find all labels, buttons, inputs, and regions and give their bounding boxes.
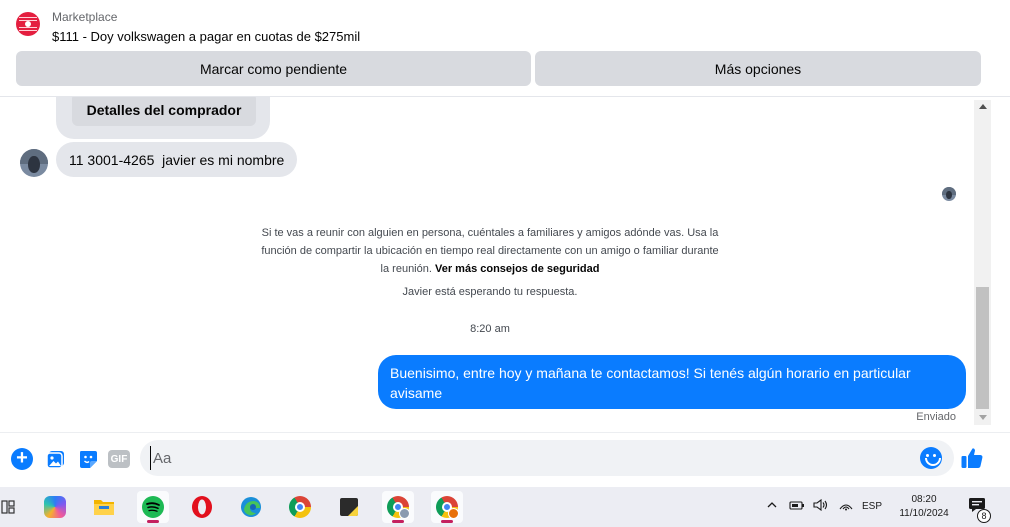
listing-thumbnail[interactable] xyxy=(16,12,40,36)
notification-count-badge: 8 xyxy=(977,509,991,523)
file-explorer-icon[interactable] xyxy=(88,491,120,523)
windows-taskbar: ESP 08:20 11/10/2024 8 xyxy=(0,487,1010,527)
listing-title[interactable]: $111 - Doy volkswagen a pagar en cuotas … xyxy=(52,29,360,44)
spotify-icon[interactable] xyxy=(137,491,169,523)
message-composer: + GIF xyxy=(0,432,1010,487)
scroll-down-arrow-icon[interactable] xyxy=(974,411,991,425)
safety-tips-link[interactable]: Ver más consejos de seguridad xyxy=(435,263,599,275)
incoming-message: 11 3001-4265 javier es mi nombre xyxy=(56,142,298,177)
plus-icon[interactable]: + xyxy=(11,448,33,470)
mark-pending-button[interactable]: Marcar como pendiente xyxy=(16,51,531,86)
seen-indicator-avatar xyxy=(942,187,956,201)
sticker-icon[interactable] xyxy=(77,448,99,470)
safety-notice: Si te vas a reunir con alguien en person… xyxy=(260,224,720,278)
chrome-icon[interactable] xyxy=(284,491,316,523)
emoji-icon[interactable] xyxy=(920,447,942,469)
listing-kind-label: Marketplace xyxy=(52,10,118,24)
volume-icon[interactable] xyxy=(813,498,829,514)
message-input[interactable] xyxy=(150,446,910,470)
copilot-icon[interactable] xyxy=(39,491,71,523)
widgets-icon[interactable] xyxy=(0,491,24,523)
clock[interactable]: 08:20 11/10/2024 xyxy=(893,493,955,521)
delivery-status: Enviado xyxy=(916,411,956,423)
gif-button[interactable]: GIF xyxy=(108,450,130,468)
waiting-notice: Javier está esperando tu respuesta. xyxy=(402,286,578,298)
buyer-details-button[interactable]: Detalles del comprador xyxy=(72,97,256,126)
opera-icon[interactable] xyxy=(186,491,218,523)
photo-icon[interactable] xyxy=(45,448,67,470)
wifi-icon[interactable] xyxy=(838,499,854,514)
more-options-button[interactable]: Más opciones xyxy=(535,51,981,86)
chrome-messenger-icon[interactable] xyxy=(382,491,414,523)
buyer-avatar[interactable] xyxy=(20,149,48,177)
listing-header: Marketplace $111 - Doy volkswagen a paga… xyxy=(0,0,1010,97)
scroll-up-arrow-icon[interactable] xyxy=(974,100,991,114)
thumbs-up-icon[interactable] xyxy=(960,446,984,470)
messenger-window: Marketplace $111 - Doy volkswagen a paga… xyxy=(0,0,1010,487)
chrome-profile-icon[interactable] xyxy=(431,491,463,523)
conversation-area: Detalles del comprador 11 3001-4265 javi… xyxy=(0,97,1010,430)
message-timestamp: 8:20 am xyxy=(470,323,510,335)
scrollbar-thumb[interactable] xyxy=(976,287,989,409)
battery-icon[interactable] xyxy=(789,499,805,514)
edge-icon[interactable] xyxy=(235,491,267,523)
message-input-wrapper xyxy=(140,440,954,476)
chevron-up-icon[interactable] xyxy=(766,499,778,514)
input-language-indicator[interactable]: ESP xyxy=(862,501,882,512)
sticky-notes-icon[interactable] xyxy=(333,491,365,523)
clock-date: 11/10/2024 xyxy=(899,508,949,519)
clock-time: 08:20 xyxy=(911,494,937,505)
outgoing-message: Buenisimo, entre hoy y mañana te contact… xyxy=(378,355,966,409)
